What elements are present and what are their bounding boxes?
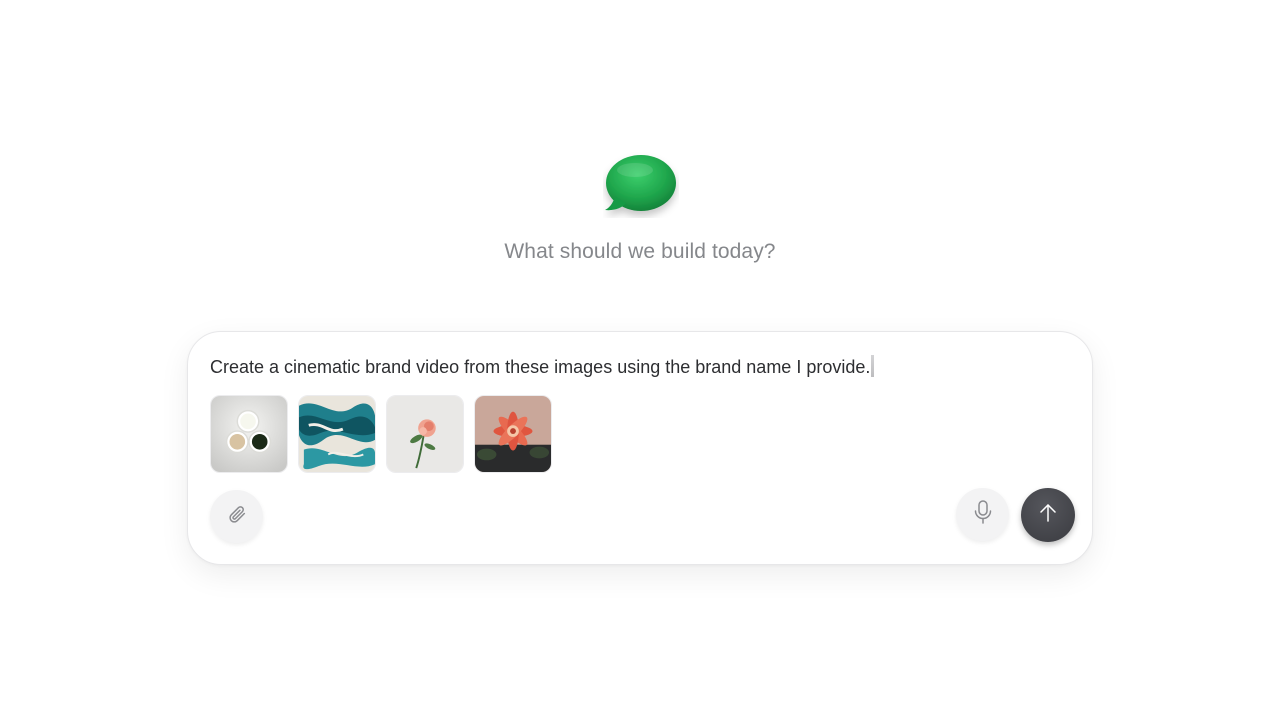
prompt-input[interactable]: Create a cinematic brand video from thes…: [210, 355, 1070, 378]
microphone-icon: [972, 499, 994, 530]
red-flower-image[interactable]: [474, 395, 552, 473]
microphone-button[interactable]: [956, 488, 1009, 541]
page-title: What should we build today?: [504, 240, 776, 263]
text-caret: [871, 355, 875, 377]
prompt-text: Create a cinematic brand video from thes…: [210, 357, 871, 377]
attachment-list: [210, 395, 552, 473]
paperclip-icon: [226, 503, 248, 530]
pink-rose-image[interactable]: [386, 395, 464, 473]
send-button[interactable]: [1021, 488, 1075, 542]
coffee-cups-image[interactable]: [210, 395, 288, 473]
attach-button[interactable]: [210, 490, 263, 543]
teal-marble-image[interactable]: [298, 395, 376, 473]
app-canvas: What should we build today? Create a cin…: [0, 0, 1280, 720]
prompt-composer: Create a cinematic brand video from thes…: [187, 331, 1093, 565]
speech-bubble-icon: [603, 152, 679, 218]
arrow-up-icon: [1037, 502, 1059, 529]
